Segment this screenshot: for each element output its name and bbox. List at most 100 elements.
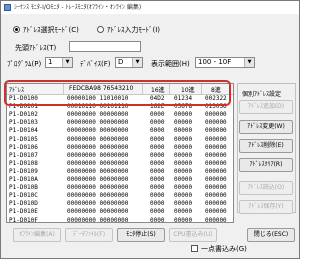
table-cell: 000000 <box>205 208 227 216</box>
table-cell: 00000 <box>174 200 193 208</box>
device-label: ﾃﾞﾊﾞｲｽ(F) <box>80 60 111 68</box>
monitor-stop-button[interactable]: ﾓﾆﾀ停止(S) <box>117 228 165 242</box>
table-cell: 000000 <box>205 176 227 183</box>
table-cell: 0000 <box>150 127 165 135</box>
table-cell: P1-D010B <box>9 184 38 192</box>
table-cell: 00000000 00000000 <box>67 200 129 208</box>
table-cell: 0000 <box>150 192 165 200</box>
table-cell: P1-D010D <box>9 200 38 208</box>
highlight-frame <box>4 80 231 106</box>
chevron-down-icon: ▼ <box>244 58 254 67</box>
table-cell: 0000 <box>150 111 165 119</box>
display-range-value: 100 - 10F <box>198 58 232 66</box>
table-cell: 00000000 00000000 <box>67 143 129 151</box>
address-select-mode-label: ｱﾄﾞﾚｽ選択ﾓｰﾄﾞ(C) <box>23 26 79 34</box>
table-cell: 00000 <box>174 119 193 127</box>
individual-address-group-label: 個別ｱﾄﾞﾚｽ設定 <box>241 89 283 98</box>
table-cell: 00000000 00000000 <box>67 184 129 192</box>
table-cell: 00000000 00000000 <box>67 167 129 175</box>
address-change-button[interactable]: ｱﾄﾞﾚｽ変更(W) <box>239 120 293 134</box>
table-cell: 00000000 00000000 <box>67 151 129 159</box>
table-cell: 0000 <box>150 143 165 151</box>
table-cell: 0000 <box>150 216 165 223</box>
table-cell: 000000 <box>205 135 227 143</box>
table-cell: 0000 <box>150 200 165 208</box>
table-cell: P1-D0103 <box>9 119 38 127</box>
table-cell: 00000000 00000000 <box>67 216 129 223</box>
table-cell: 00000000 00000000 <box>67 208 129 216</box>
address-load-button[interactable]: ｱﾄﾞﾚｽ読込(O) <box>239 181 293 195</box>
program-label: ﾌﾟﾛｸﾞﾗﾑ(P) <box>7 60 42 68</box>
table-cell: 000000 <box>205 200 227 208</box>
table-cell: 00000000 00000000 <box>67 111 129 119</box>
table-cell: 00000000 00000000 <box>67 127 129 135</box>
table-cell: 000000 <box>205 192 227 200</box>
start-address-label: 先頭ｱﾄﾞﾚｽ(T) <box>15 44 57 52</box>
device-select[interactable]: D ▼ <box>115 57 143 68</box>
chevron-down-icon: ▼ <box>62 58 72 67</box>
table-cell: 00000 <box>174 135 193 143</box>
table-cell: 0000 <box>150 184 165 192</box>
table-cell: 00000 <box>174 216 193 223</box>
table-cell: 00000 <box>174 151 193 159</box>
table-cell: 00000 <box>174 176 193 183</box>
table-cell: 00000 <box>174 192 193 200</box>
table-cell: 000000 <box>205 184 227 192</box>
table-cell: 00000000 00000000 <box>67 176 129 183</box>
table-cell: 00000000 00000000 <box>67 119 129 127</box>
table-cell: P1-D0104 <box>9 127 38 135</box>
table-cell: 00000 <box>174 159 193 167</box>
address-add-button[interactable]: ｱﾄﾞﾚｽ追加(D) <box>239 100 293 114</box>
title-bar: ｼｰｹﾝｽ ﾓﾆﾀ-I/Oﾓﾆﾀ - ﾄﾚｰｽﾓﾆﾀ(ｵﾌﾗｲﾝ・ｵﾝﾗｲﾝ 編… <box>1 1 299 14</box>
data-file-button[interactable]: ﾃﾞｰﾀﾌｧｲﾙ(F) <box>65 228 113 242</box>
table-cell: 000000 <box>205 159 227 167</box>
table-cell: 00000 <box>174 143 193 151</box>
table-cell: 000000 <box>205 119 227 127</box>
table-cell: 000000 <box>205 216 227 223</box>
app-icon <box>4 4 11 11</box>
table-cell: P1-D0109 <box>9 167 38 175</box>
table-cell: 00000 <box>174 167 193 175</box>
start-address-input[interactable] <box>69 41 141 52</box>
address-clear-button[interactable]: ｱﾄﾞﾚｽｸﾘｱ(R) <box>239 158 293 172</box>
table-cell: 000000 <box>205 151 227 159</box>
close-button[interactable]: 閉じる(ESC) <box>247 228 295 242</box>
table-cell: P1-D010F <box>9 216 38 223</box>
table-cell: P1-D010A <box>9 176 38 183</box>
address-select-mode-radio[interactable] <box>13 26 20 33</box>
program-select[interactable]: 1 ▼ <box>45 57 73 68</box>
table-cell: 00000000 00000000 <box>67 159 129 167</box>
chevron-down-icon: ▼ <box>132 58 142 67</box>
table-cell: 0000 <box>150 176 165 183</box>
display-range-label: 表示範囲(H) <box>151 60 190 68</box>
table-cell: P1-D0105 <box>9 135 38 143</box>
address-input-mode-label: ｱﾄﾞﾚｽ入力ﾓｰﾄﾞ(I) <box>107 26 161 34</box>
table-cell: 00000000 00000000 <box>67 135 129 143</box>
table-cell: 000000 <box>205 127 227 135</box>
table-cell: 00000 <box>174 111 193 119</box>
table-cell: P1-D0108 <box>9 159 38 167</box>
address-delete-button[interactable]: ｱﾄﾞﾚｽ削除(E) <box>239 139 293 153</box>
table-cell: 000000 <box>205 111 227 119</box>
cpu-write-button[interactable]: CPU書込み(U) <box>169 228 217 242</box>
monitor-window: ｼｰｹﾝｽ ﾓﾆﾀ-I/Oﾓﾆﾀ - ﾄﾚｰｽﾓﾆﾀ(ｵﾌﾗｲﾝ・ｵﾝﾗｲﾝ 編… <box>0 0 300 259</box>
address-input-mode-radio[interactable] <box>97 26 104 33</box>
program-value: 1 <box>48 58 53 66</box>
table-cell: 0000 <box>150 167 165 175</box>
address-save-button[interactable]: ｱﾄﾞﾚｽ保存(Y) <box>239 200 293 214</box>
table-cell: P1-D0106 <box>9 143 38 151</box>
table-cell: 0000 <box>150 159 165 167</box>
offline-edit-button[interactable]: ｵﾌﾗｲﾝ編集(A) <box>13 228 61 242</box>
batch-write-checkbox[interactable] <box>191 245 198 252</box>
table-cell: P1-D010E <box>9 208 38 216</box>
table-cell: P1-D010C <box>9 192 38 200</box>
table-cell: 0000 <box>150 135 165 143</box>
table-cell: 000000 <box>205 143 227 151</box>
device-value: D <box>118 58 124 66</box>
display-range-select[interactable]: 100 - 10F ▼ <box>195 57 255 68</box>
table-cell: 0000 <box>150 208 165 216</box>
table-cell: 0000 <box>150 119 165 127</box>
table-cell: P1-D0107 <box>9 151 38 159</box>
table-cell: 0000 <box>150 151 165 159</box>
table-cell: 00000 <box>174 184 193 192</box>
